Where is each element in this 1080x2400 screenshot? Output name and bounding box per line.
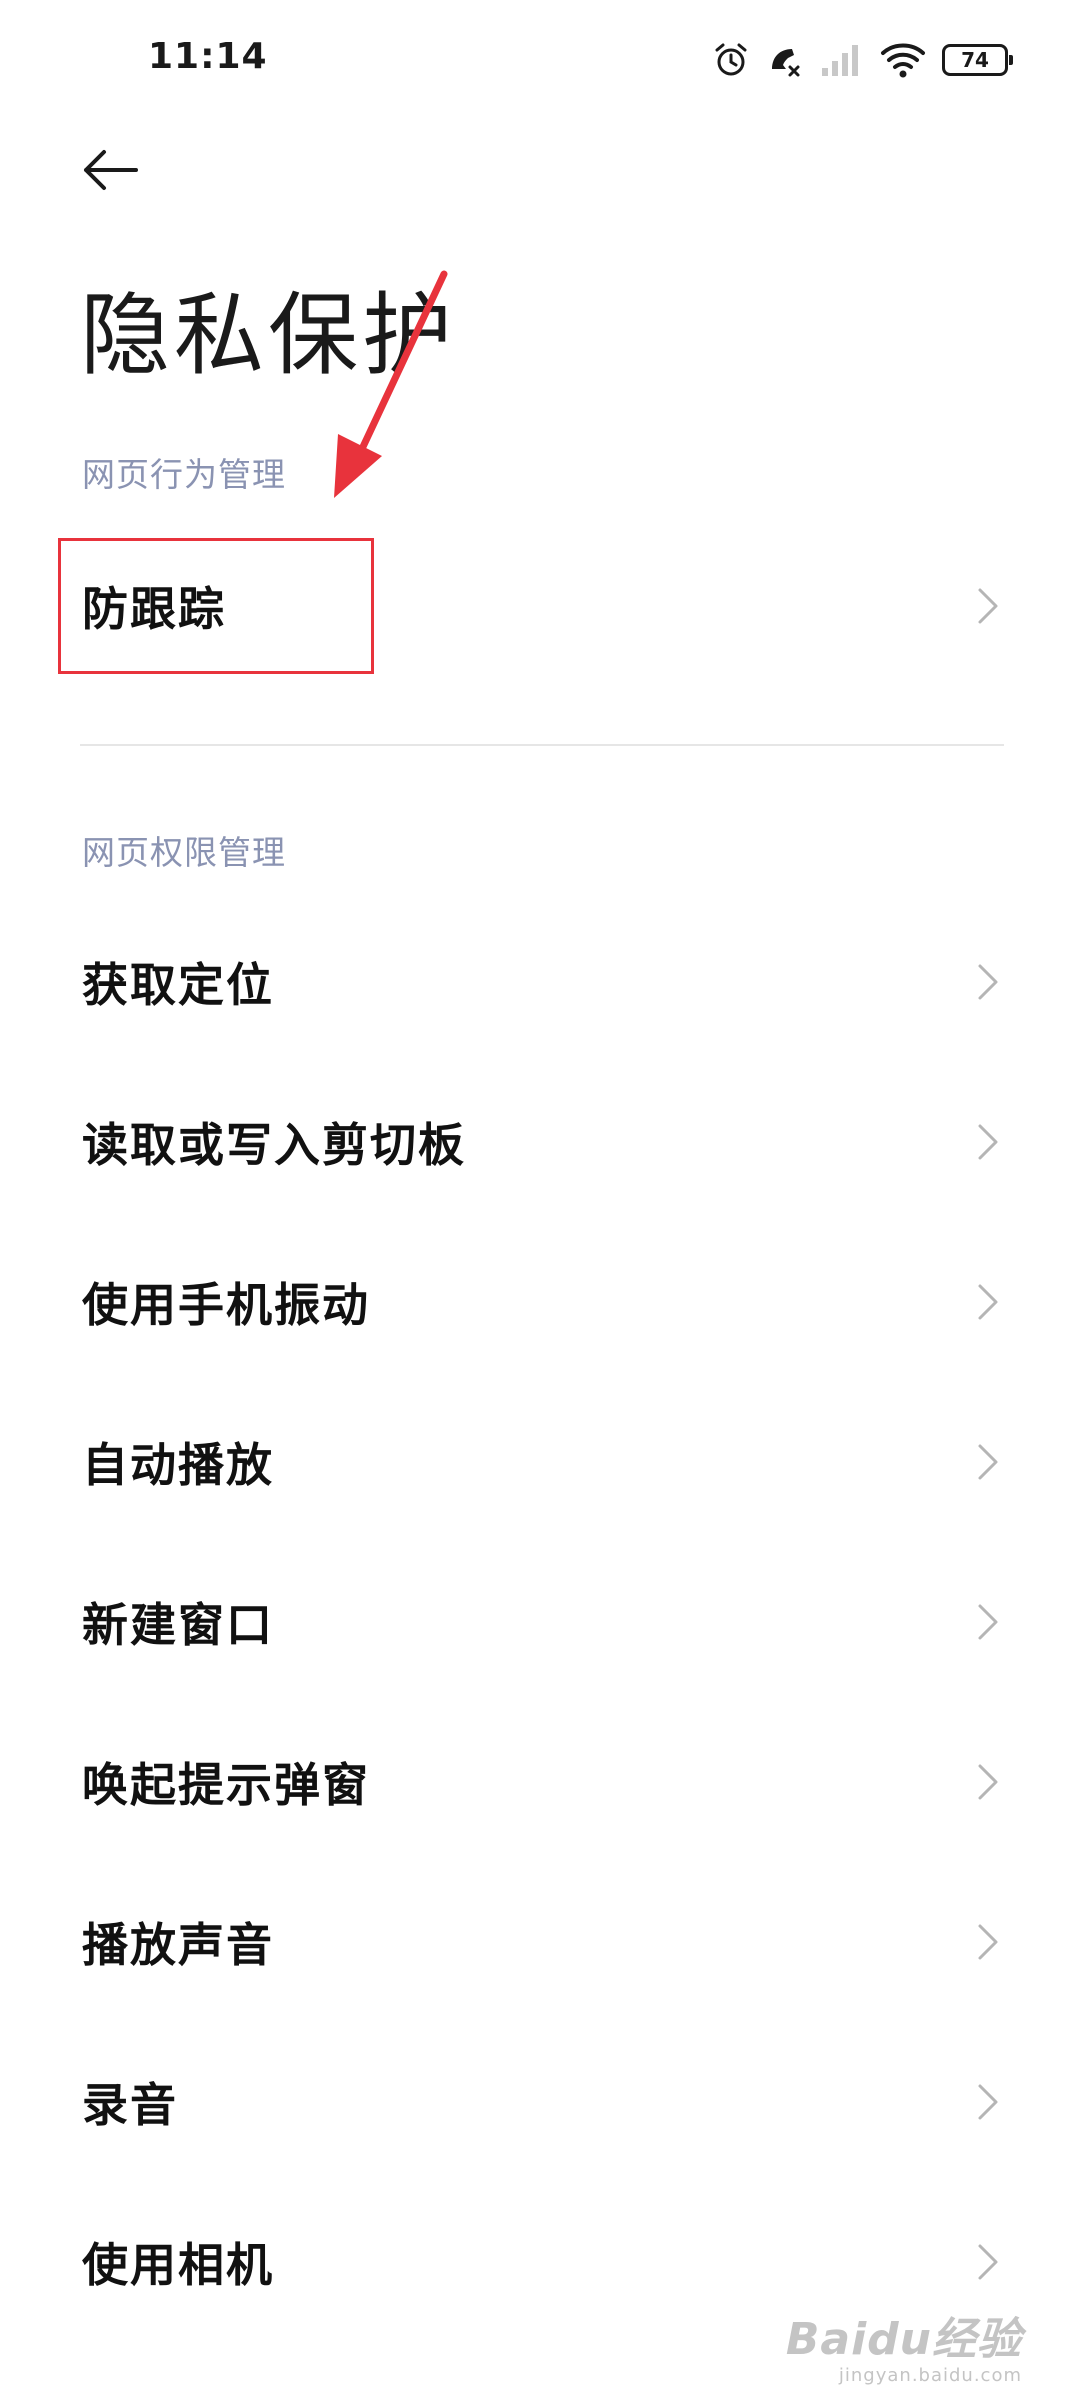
battery-level: 74 bbox=[961, 48, 989, 72]
list-item-autoplay[interactable]: 自动播放 bbox=[0, 1382, 1080, 1542]
list-item-popup[interactable]: 唤起提示弹窗 bbox=[0, 1702, 1080, 1862]
chevron-right-icon bbox=[978, 2084, 998, 2120]
list-item-new-window[interactable]: 新建窗口 bbox=[0, 1542, 1080, 1702]
status-time: 11:14 bbox=[148, 36, 268, 77]
section-header-permissions: 网页权限管理 bbox=[82, 833, 286, 872]
chevron-right-icon bbox=[978, 2244, 998, 2280]
signal-icon bbox=[822, 45, 858, 76]
list-item-label: 播放声音 bbox=[82, 1918, 274, 1972]
list-item-label: 防跟踪 bbox=[82, 582, 226, 636]
chevron-right-icon bbox=[978, 1284, 998, 1320]
list-item-clipboard[interactable]: 读取或写入剪切板 bbox=[0, 1062, 1080, 1222]
status-icons: 74 bbox=[712, 38, 1013, 82]
annotation-arrow bbox=[334, 270, 448, 498]
back-button[interactable] bbox=[72, 140, 148, 200]
chevron-right-icon bbox=[978, 964, 998, 1000]
watermark-logo: Baidu经验 bbox=[785, 2314, 1022, 2365]
section-header-behavior: 网页行为管理 bbox=[82, 455, 286, 494]
watermark-domain: jingyan.baidu.com bbox=[838, 2365, 1022, 2386]
list-item-label: 使用手机振动 bbox=[82, 1278, 370, 1332]
chevron-right-icon bbox=[978, 1924, 998, 1960]
list-item-anti-tracking[interactable]: 防跟踪 bbox=[0, 526, 1080, 686]
chevron-right-icon bbox=[978, 1604, 998, 1640]
list-item-label: 录音 bbox=[82, 2078, 178, 2132]
list-item-vibration[interactable]: 使用手机振动 bbox=[0, 1222, 1080, 1382]
list-item-record-audio[interactable]: 录音 bbox=[0, 2022, 1080, 2182]
chevron-right-icon bbox=[978, 1764, 998, 1800]
list-item-location[interactable]: 获取定位 bbox=[0, 902, 1080, 1062]
list-item-label: 新建窗口 bbox=[82, 1598, 274, 1652]
arrow-left-icon bbox=[84, 150, 138, 190]
status-bar: 11:14 74 bbox=[0, 0, 1080, 120]
list-item-label: 唤起提示弹窗 bbox=[82, 1758, 370, 1812]
battery-icon: 74 bbox=[942, 44, 1013, 76]
list-item-label: 读取或写入剪切板 bbox=[82, 1118, 466, 1172]
watermark: Baidu经验 jingyan.baidu.com bbox=[786, 2303, 1022, 2386]
alarm-icon bbox=[715, 43, 747, 76]
chevron-right-icon bbox=[978, 1444, 998, 1480]
list-item-label: 获取定位 bbox=[82, 958, 274, 1012]
wifi-icon bbox=[881, 43, 925, 78]
divider bbox=[80, 744, 1004, 746]
chevron-right-icon bbox=[978, 588, 998, 624]
call-muted-icon bbox=[772, 49, 800, 77]
list-item-label: 使用相机 bbox=[82, 2238, 274, 2292]
list-item-label: 自动播放 bbox=[82, 1438, 274, 1492]
list-item-play-sound[interactable]: 播放声音 bbox=[0, 1862, 1080, 2022]
chevron-right-icon bbox=[978, 1124, 998, 1160]
